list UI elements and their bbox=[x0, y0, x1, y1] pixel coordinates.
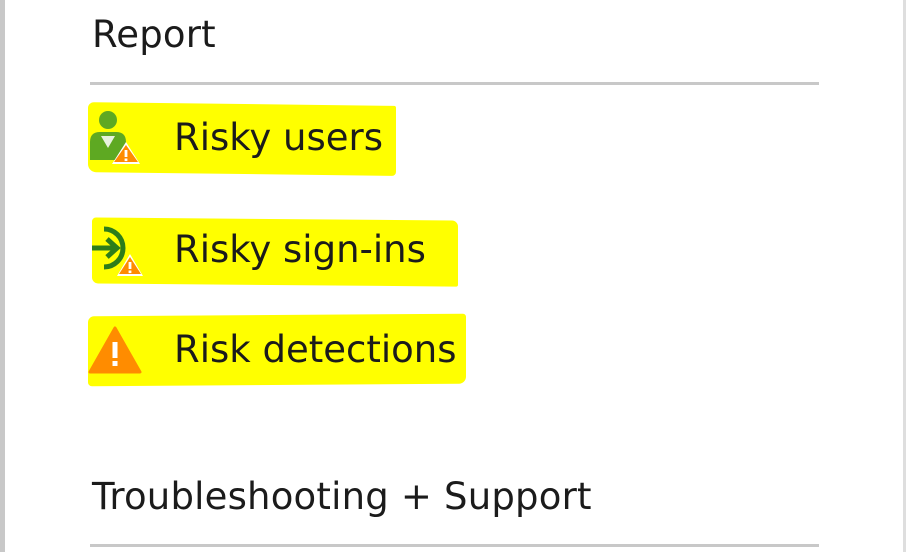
menu-item-risk-detections[interactable]: Risk detections bbox=[86, 320, 456, 378]
menu-item-label: Risky users bbox=[174, 115, 384, 159]
section-divider bbox=[90, 544, 819, 547]
section-divider bbox=[90, 82, 819, 85]
menu-panel: Report Risky users Risky sign-ins Risk d… bbox=[0, 0, 906, 552]
panel-left-border bbox=[0, 0, 5, 552]
risky-user-icon bbox=[86, 108, 144, 166]
warning-icon bbox=[86, 320, 144, 378]
section-header-report: Report bbox=[92, 13, 216, 56]
menu-item-label: Risk detections bbox=[174, 327, 457, 371]
risky-signin-icon bbox=[86, 220, 144, 278]
menu-item-risky-users[interactable]: Risky users bbox=[86, 108, 383, 166]
menu-item-risky-sign-ins[interactable]: Risky sign-ins bbox=[86, 220, 426, 278]
section-header-troubleshooting: Troubleshooting + Support bbox=[92, 475, 592, 518]
menu-item-label: Risky sign-ins bbox=[174, 227, 426, 271]
